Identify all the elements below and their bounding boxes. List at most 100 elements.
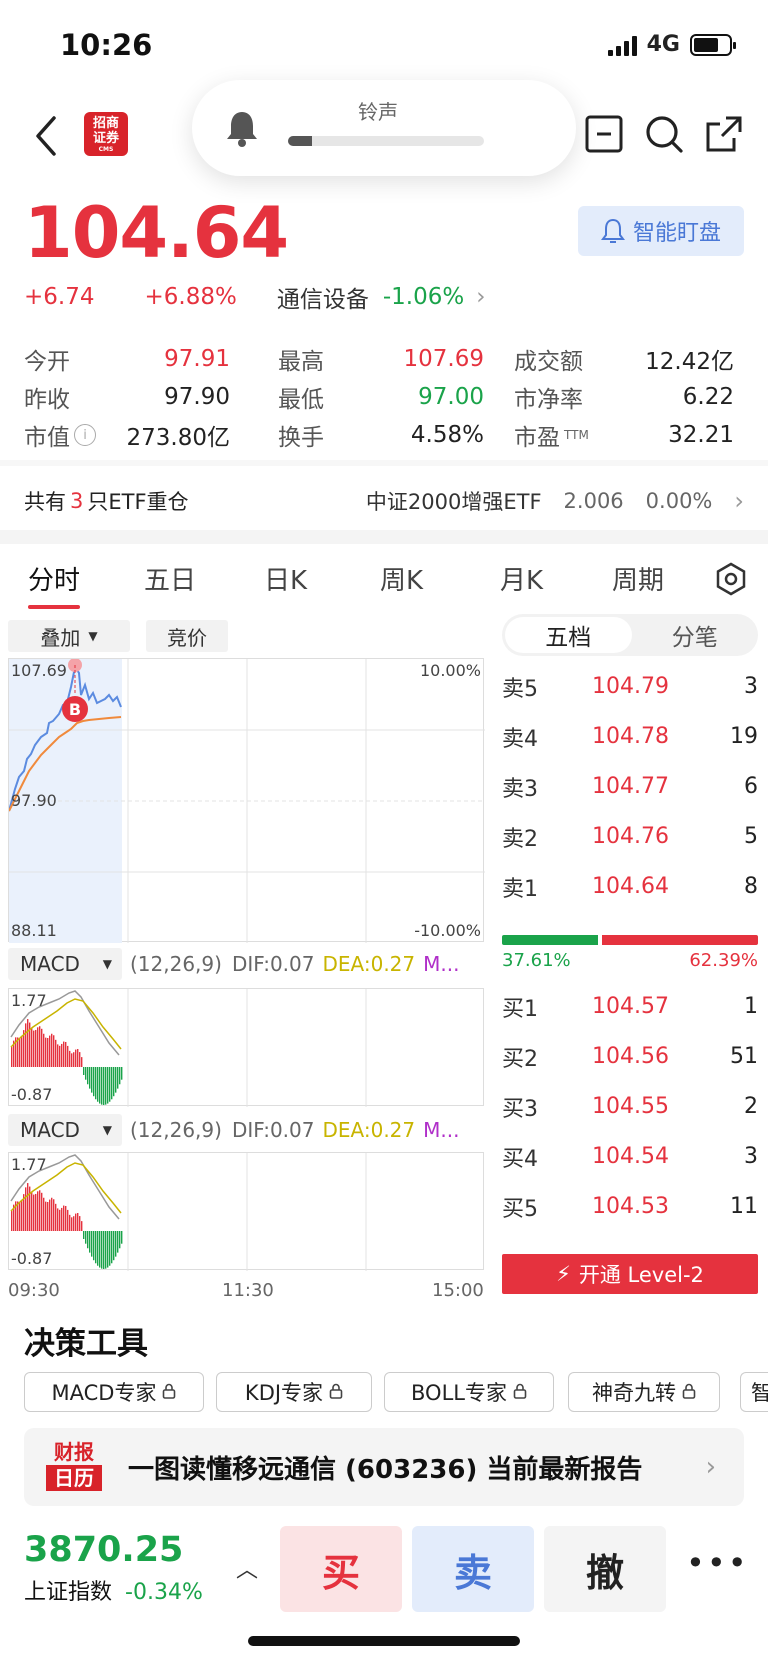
back-icon[interactable] [28,112,68,160]
chevron-up-icon[interactable]: ︿ [236,1552,258,1584]
stat-label: 今开 [24,349,70,375]
auction-button[interactable]: 竞价 [146,620,228,652]
stat-cell: 最高 107.69 [278,342,484,376]
level-label: 卖5 [502,676,538,702]
current-price: 104.64 [24,192,289,274]
level-volume: 3 [744,1144,758,1169]
ringer-label: 铃声 [358,100,398,124]
cancel-order-button[interactable]: 撤 [544,1526,666,1612]
more-icon[interactable]: ••• [686,1544,749,1582]
level-label: 买2 [502,1046,538,1072]
divider [0,460,768,466]
status-time: 10:26 [60,28,153,62]
chevron-right-icon[interactable]: › [476,284,485,310]
divider [0,530,768,544]
tab-monthly-k[interactable]: 月K [500,560,543,597]
orderbook-row[interactable]: 买3 104.55 2 [502,1080,758,1133]
level-volume: 5 [744,824,758,849]
macd-chart-2[interactable]: 1.77 -0.87 [8,1152,484,1271]
stat-cell: 今开 97.91 [24,342,230,376]
network-label: 4G [646,32,680,57]
caret-down-icon: ▼ [88,629,98,643]
battery-icon [690,33,736,56]
stat-cell: 市盈 TTM 32.21 [514,418,734,452]
intraday-chart[interactable]: B 107.69 97.90 88.11 10.00% -10.00% [8,658,485,943]
stat-label: 昨收 [24,387,70,413]
stat-value: 107.69 [403,346,484,372]
chart-tabs: 分时 五日 日K 周K 月K 周期 [0,560,768,612]
level2-button[interactable]: ⚡ 开通 Level-2 [502,1254,758,1294]
etf-holding-row[interactable]: 共有 3 只ETF重仓 中证2000增强ETF 2.006 0.00% › [24,486,744,516]
share-icon[interactable] [704,114,744,154]
tab-five-levels[interactable]: 五档 [505,617,632,653]
level-price: 104.56 [592,1044,669,1069]
sell-ratio: 62.39% [689,950,758,971]
tool-chip[interactable]: KDJ专家 [216,1372,372,1412]
ringer-volume-track[interactable] [288,136,484,146]
stat-cell: 换手 4.58% [278,418,484,452]
level-volume: 11 [730,1194,758,1219]
stat-cell: 市净率 6.22 [514,380,734,414]
level-label: 卖3 [502,776,538,802]
stat-label: 最高 [278,349,324,375]
search-icon[interactable] [644,114,684,154]
level-label: 卖2 [502,826,538,852]
level-price: 104.54 [592,1144,669,1169]
orderbook-row[interactable]: 买4 104.54 3 [502,1130,758,1183]
tab-five-day[interactable]: 五日 [144,560,196,597]
tab-weekly-k[interactable]: 周K [380,560,423,597]
overlay-dropdown[interactable]: 叠加 ▼ [8,620,130,652]
sector-change-pct: -1.06% [382,284,465,310]
tab-daily-k[interactable]: 日K [264,560,307,597]
level-price: 104.55 [592,1094,669,1119]
stat-cell: 市值 i 273.80亿 [24,418,230,452]
caret-down-icon: ▼ [102,957,112,971]
svg-text:B: B [69,700,81,719]
time-axis-start: 09:30 [8,1280,60,1301]
lock-icon [162,1380,176,1404]
price-change: +6.74 [24,284,95,310]
tab-tick-details[interactable]: 分笔 [632,618,759,652]
tool-chip[interactable]: MACD专家 [24,1372,204,1412]
orderbook-row[interactable]: 买5 104.53 11 [502,1180,758,1233]
gear-icon[interactable] [714,562,748,596]
y-axis-low: 88.11 [11,921,57,940]
level-volume: 3 [744,674,758,699]
level-volume: 2 [744,1094,758,1119]
orderbook-row[interactable]: 卖4 104.78 19 [502,710,758,763]
macd-dropdown[interactable]: MACD ▼ [8,948,122,980]
report-banner[interactable]: 财报 日历 一图读懂移远通信 (603236) 当前最新报告 › [24,1428,744,1506]
y-axis-mid: 97.90 [11,791,57,810]
level-price: 104.64 [592,874,669,899]
sell-button[interactable]: 卖 [412,1526,534,1612]
info-icon[interactable]: i [74,424,96,446]
orderbook-row[interactable]: 卖1 104.64 8 [502,860,758,913]
stats-row: 今开 97.91 最高 107.69 成交额 12.42亿 [24,340,744,378]
sector-name[interactable]: 通信设备 [277,280,369,314]
tool-chip[interactable]: 神奇九转 [568,1372,720,1412]
time-axis-mid: 11:30 [222,1280,274,1301]
smart-watch-button[interactable]: 智能盯盘 [578,206,744,256]
level-volume: 8 [744,874,758,899]
bell-icon [600,218,625,243]
level-price: 104.77 [592,774,669,799]
macd-dropdown[interactable]: MACD ▼ [8,1114,122,1146]
macd-chart-1[interactable]: 1.77 -0.87 [8,988,484,1107]
tool-chip[interactable]: BOLL专家 [384,1372,554,1412]
orderbook-row[interactable]: 卖5 104.79 3 [502,660,758,713]
tool-chip[interactable]: 智 [740,1372,768,1412]
buy-ratio: 37.61% [502,950,571,971]
orderbook-row[interactable]: 卖2 104.76 5 [502,810,758,863]
buy-button[interactable]: 买 [280,1526,402,1612]
orderbook-row[interactable]: 卖3 104.77 6 [502,760,758,813]
chevron-right-icon: › [734,487,744,515]
orderbook-row[interactable]: 买1 104.57 1 [502,980,758,1033]
level-label: 买3 [502,1096,538,1122]
index-value[interactable]: 3870.25 [24,1530,183,1570]
buy-sell-ratio-bar [502,935,758,945]
tab-intraday[interactable]: 分时 [28,560,81,609]
orderbook-row[interactable]: 买2 104.56 51 [502,1030,758,1083]
minimize-icon[interactable] [584,114,624,154]
index-name-row[interactable]: 上证指数 -0.34% [24,1574,203,1606]
tab-period[interactable]: 周期 [612,560,664,597]
